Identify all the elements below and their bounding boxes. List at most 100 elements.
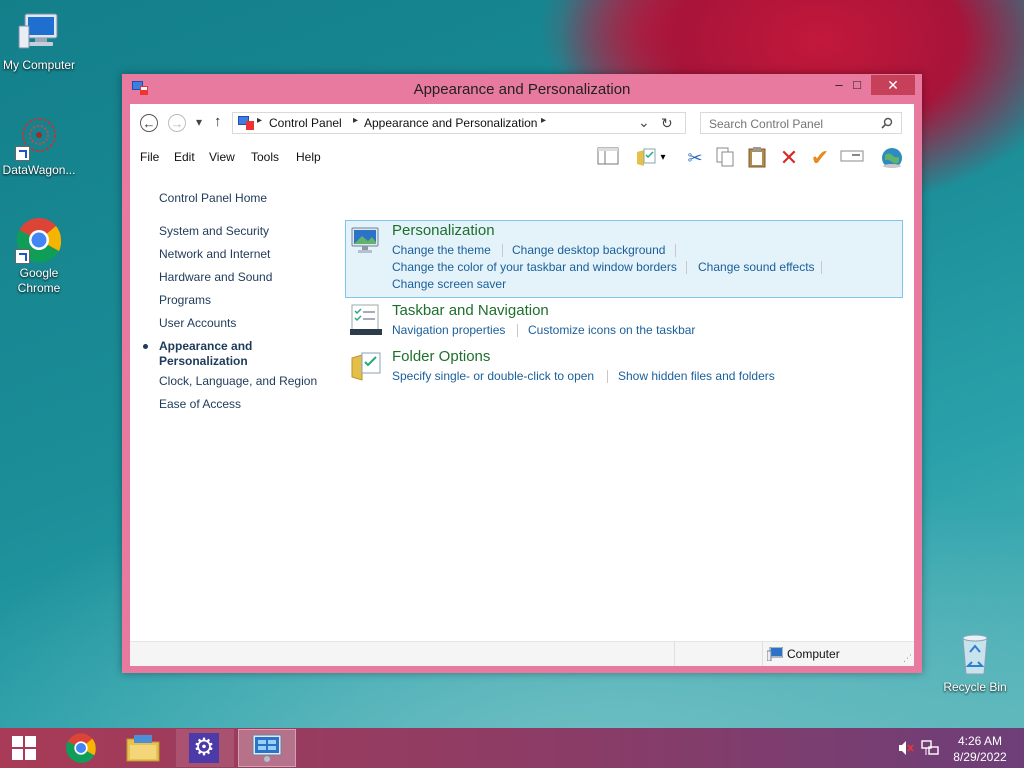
nav-active-line: Appearance and (159, 339, 253, 353)
desktop-icon-recycle-bin[interactable]: Recycle Bin (934, 630, 1016, 695)
datawagon-icon (15, 113, 63, 161)
window-client-area: ← → ▾ ↑ ▸ Control Panel ▸ Appearance and… (130, 104, 914, 666)
menu-edit[interactable]: Edit (174, 150, 195, 164)
breadcrumb-separator-icon: ▸ (541, 115, 547, 126)
volume-muted-icon[interactable] (898, 740, 914, 756)
menu-tools[interactable]: Tools (251, 150, 279, 164)
close-button[interactable]: ✕ (871, 75, 915, 95)
desktop-icon-datawagon[interactable]: DataWagon... (0, 113, 80, 178)
breadcrumb-separator-icon: ▸ (353, 115, 359, 126)
personalization-icon (350, 224, 382, 256)
link-navigation-properties[interactable]: Navigation properties (392, 323, 505, 337)
status-divider (674, 642, 675, 666)
nav-clock-language-region[interactable]: Clock, Language, and Region (159, 374, 317, 388)
desktop-icon-google-chrome[interactable]: Google Chrome (0, 216, 80, 296)
taskbar-settings-button[interactable]: ⚙ (176, 729, 234, 767)
clock-time: 4:26 AM (957, 734, 1003, 748)
taskbar-navigation-icon (350, 303, 382, 337)
link-change-theme[interactable]: Change the theme (392, 243, 491, 257)
desktop-icon-label: My Computer (2, 58, 76, 72)
breadcrumb-control-panel[interactable]: Control Panel (269, 116, 342, 130)
link-change-screen-saver[interactable]: Change screen saver (392, 277, 506, 291)
link-separator (821, 261, 822, 274)
link-customize-taskbar-icons[interactable]: Customize icons on the taskbar (528, 323, 695, 337)
refresh-button[interactable]: ↻ (661, 115, 673, 132)
nav-hardware-and-sound[interactable]: Hardware and Sound (159, 270, 272, 284)
resize-grip-icon[interactable]: ⋰ (903, 653, 912, 664)
link-show-hidden-files[interactable]: Show hidden files and folders (618, 369, 775, 383)
status-divider (762, 642, 763, 666)
nav-system-and-security[interactable]: System and Security (159, 224, 269, 238)
nav-control-panel-home[interactable]: Control Panel Home (159, 191, 267, 205)
start-button[interactable] (0, 729, 50, 767)
search-icon[interactable] (881, 117, 893, 129)
back-button[interactable]: ← (140, 114, 158, 132)
computer-icon (767, 647, 783, 661)
address-dropdown-icon[interactable]: ⌄ (638, 114, 650, 131)
desktop-icon-label: DataWagon... (2, 163, 76, 177)
desktop-icon-my-computer[interactable]: My Computer (0, 8, 80, 73)
properties-check-icon[interactable]: ✔ (808, 146, 832, 170)
control-panel-icon (238, 116, 254, 130)
computer-icon (15, 8, 63, 56)
title-bar[interactable]: Appearance and Personalization – □ ✕ (122, 74, 922, 104)
taskbar-chrome-button[interactable] (52, 729, 110, 767)
recent-locations-button[interactable]: ▾ (196, 115, 202, 129)
active-bullet-icon (143, 344, 148, 349)
address-bar[interactable]: ▸ Control Panel ▸ Appearance and Persona… (232, 112, 686, 134)
link-change-sound-effects[interactable]: Change sound effects (698, 260, 815, 274)
link-change-taskbar-color[interactable]: Change the color of your taskbar and win… (392, 260, 677, 274)
preview-pane-icon[interactable] (596, 146, 620, 170)
link-change-desktop-background[interactable]: Change desktop background (512, 243, 665, 257)
search-box[interactable] (700, 112, 902, 134)
nav-user-accounts[interactable]: User Accounts (159, 316, 236, 330)
menu-file[interactable]: File (140, 150, 159, 164)
delete-icon[interactable]: ✕ (777, 146, 801, 170)
globe-icon[interactable] (880, 146, 904, 170)
chevron-down-icon[interactable]: ▾ (656, 146, 670, 170)
recycle-bin-icon (951, 630, 999, 678)
rename-icon[interactable] (840, 146, 864, 170)
menu-view[interactable]: View (209, 150, 235, 164)
shortcut-arrow-icon (15, 146, 30, 161)
network-icon[interactable] (921, 739, 939, 757)
copy-icon[interactable] (713, 146, 737, 170)
control-panel-window[interactable]: Appearance and Personalization – □ ✕ ← →… (122, 74, 922, 673)
link-separator (502, 244, 503, 257)
nav-programs[interactable]: Programs (159, 293, 211, 307)
forward-button[interactable]: → (168, 114, 186, 132)
folder-options-title[interactable]: Folder Options (392, 348, 490, 365)
personalization-title[interactable]: Personalization (392, 222, 495, 239)
menu-help[interactable]: Help (296, 150, 321, 164)
link-separator (675, 244, 676, 257)
folder-options-category-icon (350, 350, 382, 382)
desktop-icon-label: Google Chrome (17, 266, 61, 295)
window-title: Appearance and Personalization (413, 81, 631, 98)
nav-ease-of-access[interactable]: Ease of Access (159, 397, 241, 411)
link-separator (686, 261, 687, 274)
control-panel-icon (252, 734, 282, 762)
clock-date: 8/29/2022 (953, 750, 1007, 764)
folder-options-icon[interactable] (634, 146, 658, 170)
link-single-double-click[interactable]: Specify single- or double-click to open (392, 369, 594, 383)
status-location: Computer (787, 647, 840, 661)
taskbar-control-panel-button[interactable] (238, 729, 296, 767)
system-clock[interactable]: 4:26 AM 8/29/2022 (950, 733, 1010, 765)
taskbar-file-explorer-button[interactable] (114, 729, 172, 767)
shortcut-arrow-icon (15, 249, 30, 264)
maximize-button[interactable]: □ (844, 75, 870, 95)
gear-icon: ⚙ (189, 733, 219, 763)
link-separator (517, 324, 518, 337)
search-input[interactable] (707, 116, 881, 132)
paste-icon[interactable] (745, 146, 769, 170)
breadcrumb-separator-icon: ▸ (257, 115, 263, 126)
nav-appearance-and-personalization[interactable]: Appearance and Personalization (159, 339, 252, 369)
desktop-icon-label: Recycle Bin (943, 680, 1007, 694)
breadcrumb-appearance[interactable]: Appearance and Personalization (364, 116, 537, 130)
taskbar-navigation-title[interactable]: Taskbar and Navigation (392, 302, 549, 319)
cut-icon[interactable]: ✂ (683, 146, 707, 170)
nav-active-line: Personalization (159, 354, 248, 368)
link-separator (607, 370, 608, 383)
up-button[interactable]: ↑ (214, 113, 222, 130)
nav-network-and-internet[interactable]: Network and Internet (159, 247, 270, 261)
